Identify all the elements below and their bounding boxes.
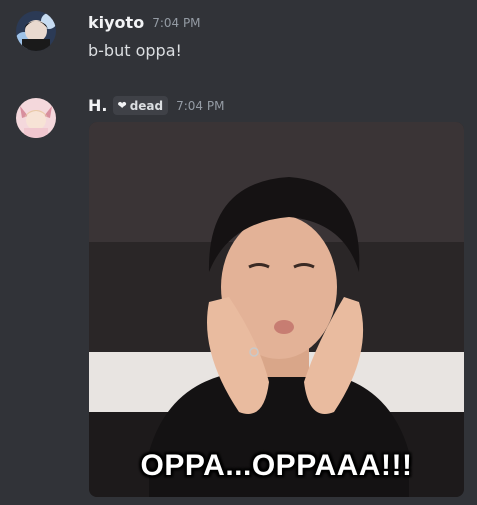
username[interactable]: kiyoto: [88, 13, 144, 32]
message-text: b-but oppa!: [88, 41, 182, 60]
gif-embed[interactable]: OPPA...OPPAAA!!!: [89, 122, 464, 497]
timestamp: 7:04 PM: [176, 98, 225, 113]
role-tag-label: dead: [129, 98, 164, 113]
avatar-h[interactable]: [16, 98, 56, 138]
message-1: kiyoto 7:04 PM b-but oppa!: [0, 0, 477, 80]
message-header: H. ❤ dead 7:04 PM: [88, 96, 224, 115]
gif-image: [89, 122, 464, 497]
timestamp: 7:04 PM: [152, 15, 201, 30]
avatar-kiyoto[interactable]: [16, 11, 56, 51]
heart-icon: ❤: [117, 99, 127, 112]
gif-caption: OPPA...OPPAAA!!!: [140, 449, 413, 482]
message-header: kiyoto 7:04 PM: [88, 13, 201, 32]
role-tag[interactable]: ❤ dead: [113, 96, 169, 115]
username[interactable]: H.: [88, 96, 107, 115]
avatar-h-image: [16, 98, 56, 138]
avatar-kiyoto-image: [16, 11, 56, 51]
